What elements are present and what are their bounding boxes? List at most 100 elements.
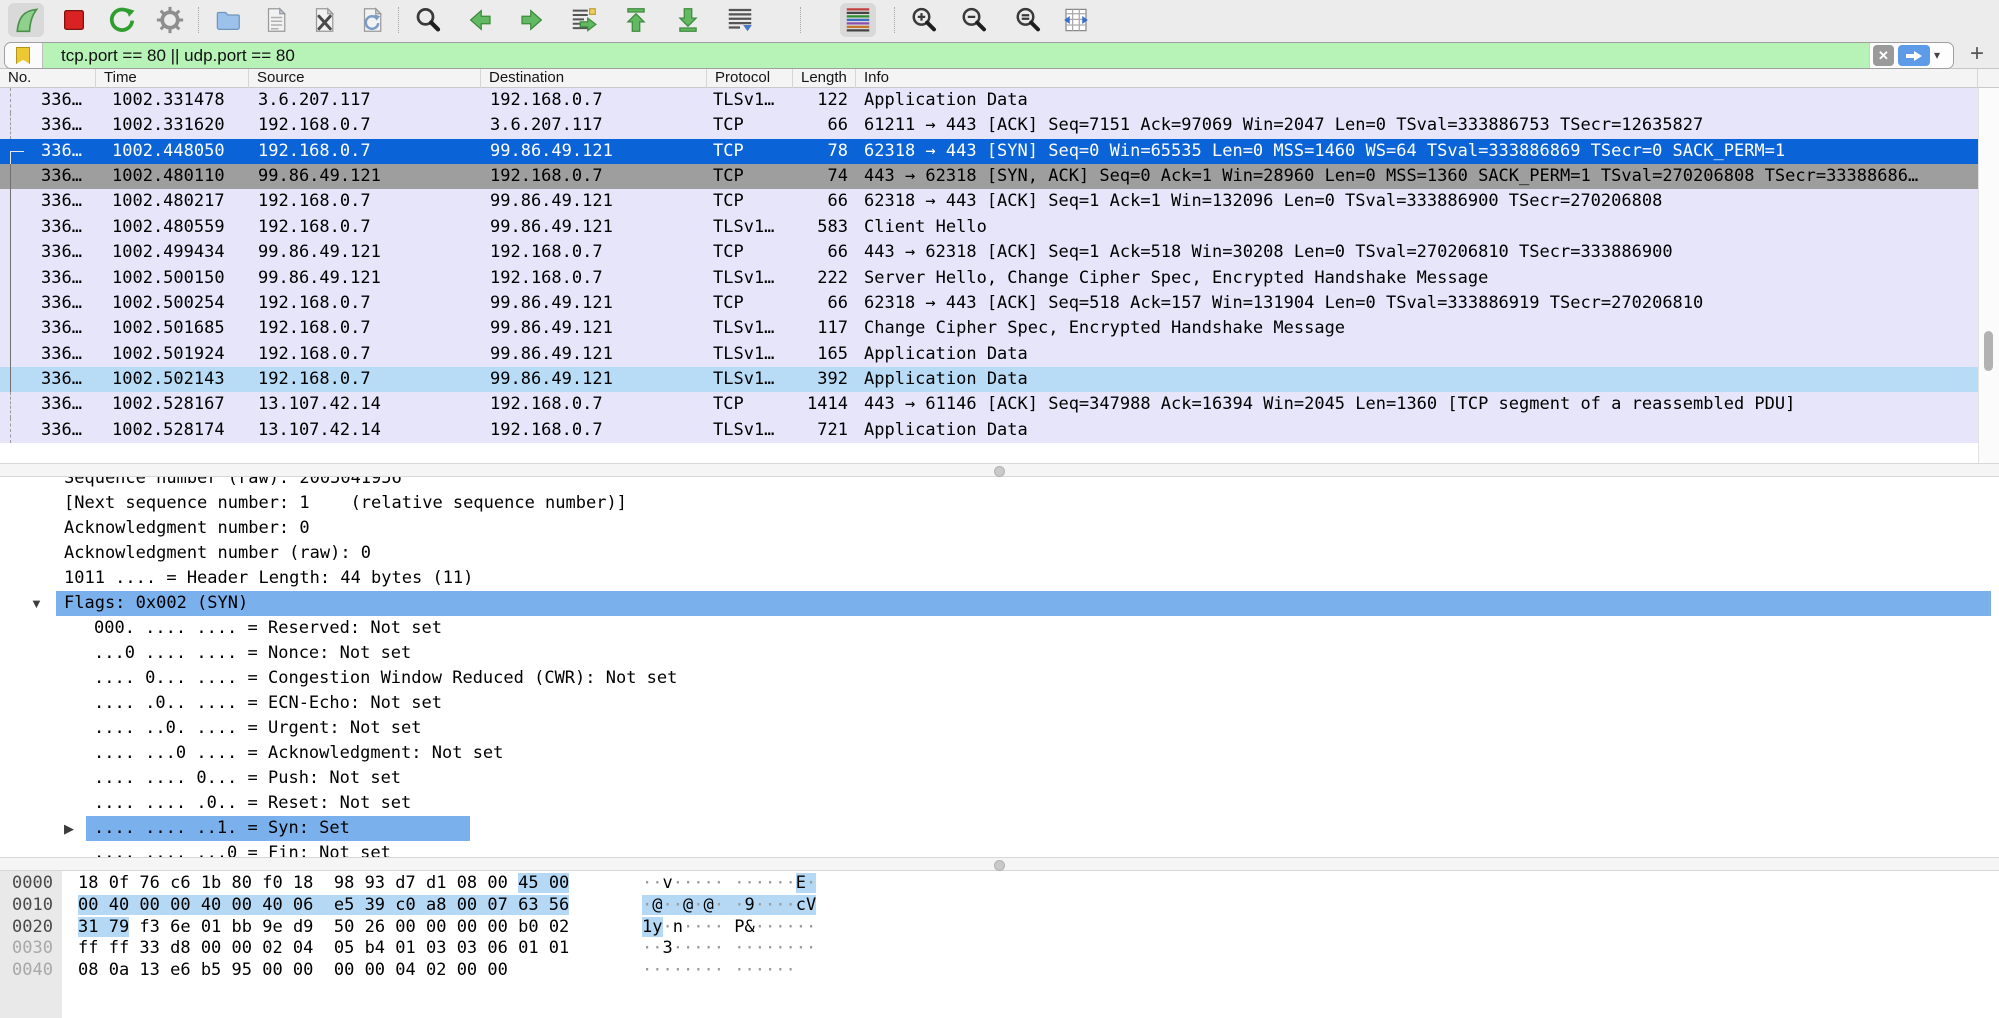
cell-source: 192.168.0.7	[249, 342, 481, 367]
scrollbar-thumb[interactable]	[1984, 331, 1993, 371]
collapsed-arrow-icon[interactable]: ▶	[64, 816, 74, 841]
hex-bytes[interactable]: ff ff 33 d8 00 00 02 04 05 b4 01 03 03 0…	[78, 938, 569, 960]
start-capture-button[interactable]	[8, 3, 44, 37]
tree-item[interactable]: Acknowledgment number: 0	[0, 516, 1999, 541]
ascii-bytes[interactable]: 1y·n···· P&······	[642, 917, 816, 939]
packet-row[interactable]: 336…1002.48011099.86.49.121192.168.0.7TC…	[0, 164, 1978, 189]
tree-item[interactable]: Sequence number (raw): 2005041956	[0, 477, 1999, 491]
column-header-length[interactable]: Length	[793, 69, 856, 88]
packet-row[interactable]: 336…1002.501685192.168.0.799.86.49.121TL…	[0, 316, 1978, 341]
close-file-button[interactable]	[306, 3, 342, 37]
filter-add-button[interactable]: +	[1962, 40, 1992, 69]
resize-columns-button[interactable]	[1058, 3, 1094, 37]
hex-bytes[interactable]: 08 0a 13 e6 b5 95 00 00 00 00 04 02 00 0…	[78, 960, 508, 982]
packet-row[interactable]: 336…1002.331620192.168.0.73.6.207.117TCP…	[0, 113, 1978, 138]
capture-options-button[interactable]	[152, 3, 188, 37]
packet-row[interactable]: 336…1002.52817413.107.42.14192.168.0.7TL…	[0, 418, 1978, 443]
first-packet-button[interactable]	[618, 3, 654, 37]
restart-icon	[107, 5, 137, 35]
hex-row[interactable]: 001000 40 00 00 40 00 40 06 e5 39 c0 a8 …	[0, 895, 1999, 917]
column-header-time[interactable]: Time	[96, 69, 249, 88]
filter-dropdown-chevron[interactable]: ▾	[1934, 43, 1940, 68]
cell-destination: 192.168.0.7	[481, 240, 707, 265]
packet-row[interactable]: 336…1002.480559192.168.0.799.86.49.121TL…	[0, 215, 1978, 240]
column-header-info[interactable]: Info	[856, 69, 1978, 88]
filter-bookmark-button[interactable]	[5, 43, 43, 68]
tree-item[interactable]: .... .... ...0 = Fin: Not set	[0, 841, 1999, 857]
tree-item[interactable]: ▼Flags: 0x002 (SYN)	[0, 591, 1999, 616]
hex-bytes[interactable]: 31 79 f3 6e 01 bb 9e d9 50 26 00 00 00 0…	[78, 917, 569, 939]
cell-no: 336…	[0, 189, 96, 214]
toolbar-separator	[398, 7, 399, 33]
cell-no: 336…	[0, 291, 96, 316]
tree-item[interactable]: 1011 .... = Header Length: 44 bytes (11)	[0, 566, 1999, 591]
cell-protocol: TCP	[707, 164, 793, 189]
zoom-reset-button[interactable]	[1010, 3, 1046, 37]
column-header-protocol[interactable]: Protocol	[707, 69, 793, 88]
hex-row[interactable]: 000018 0f 76 c6 1b 80 f0 18 98 93 d7 d1 …	[0, 873, 1999, 895]
ascii-bytes[interactable]: ·@··@·@· ·9····cV	[642, 895, 816, 917]
tree-item[interactable]: .... .0.. .... = ECN-Echo: Not set	[0, 691, 1999, 716]
zoom-reset-icon	[1013, 5, 1043, 35]
hex-bytes[interactable]: 18 0f 76 c6 1b 80 f0 18 98 93 d7 d1 08 0…	[78, 873, 569, 895]
go-to-packet-button[interactable]	[566, 3, 602, 37]
tree-item[interactable]: [Next sequence number: 1 (relative seque…	[0, 491, 1999, 516]
packet-row[interactable]: 336…1002.501924192.168.0.799.86.49.121TL…	[0, 342, 1978, 367]
packet-row[interactable]: 336…1002.3314783.6.207.117192.168.0.7TLS…	[0, 88, 1978, 113]
column-header-destination[interactable]: Destination	[481, 69, 707, 88]
splitter-details-bytes[interactable]	[0, 857, 1999, 871]
next-packet-button[interactable]	[514, 3, 550, 37]
open-file-button[interactable]	[210, 3, 246, 37]
tree-item[interactable]: .... .... .0.. = Reset: Not set	[0, 791, 1999, 816]
save-file-button[interactable]	[258, 3, 294, 37]
tree-item[interactable]: ▶.... .... ..1. = Syn: Set	[0, 816, 1999, 841]
tree-item[interactable]: .... .... 0... = Push: Not set	[0, 766, 1999, 791]
cell-time: 1002.480110	[96, 164, 249, 189]
packet-row[interactable]: 336…1002.50015099.86.49.121192.168.0.7TL…	[0, 266, 1978, 291]
auto-scroll-button[interactable]	[722, 3, 758, 37]
find-packet-button[interactable]	[410, 3, 446, 37]
colorize-icon	[843, 5, 873, 35]
packet-list-scrollbar[interactable]	[1978, 88, 1999, 463]
stop-capture-button[interactable]	[56, 3, 92, 37]
hex-bytes[interactable]: 00 40 00 00 40 00 40 06 e5 39 c0 a8 00 0…	[78, 895, 569, 917]
cell-time: 1002.448050	[96, 139, 249, 164]
colorize-packets-button[interactable]	[840, 3, 876, 37]
gear-icon	[155, 5, 185, 35]
ascii-bytes[interactable]: ··3····· ········	[642, 938, 816, 960]
packet-row[interactable]: 336…1002.500254192.168.0.799.86.49.121TC…	[0, 291, 1978, 316]
hex-row[interactable]: 004008 0a 13 e6 b5 95 00 00 00 00 04 02 …	[0, 960, 1999, 982]
display-filter-input[interactable]: tcp.port == 80 || udp.port == 80 ✕ ▾	[4, 42, 1954, 69]
cell-no: 336…	[0, 215, 96, 240]
tree-item[interactable]: ...0 .... .... = Nonce: Not set	[0, 641, 1999, 666]
hex-row[interactable]: 002031 79 f3 6e 01 bb 9e d9 50 26 00 00 …	[0, 917, 1999, 939]
zoom-in-icon	[909, 5, 939, 35]
filter-clear-button[interactable]: ✕	[1873, 45, 1894, 66]
tree-item[interactable]: 000. .... .... = Reserved: Not set	[0, 616, 1999, 641]
previous-packet-button[interactable]	[462, 3, 498, 37]
reload-file-button[interactable]	[354, 3, 390, 37]
restart-capture-button[interactable]	[104, 3, 140, 37]
tree-item-label: Acknowledgment number (raw): 0	[64, 541, 371, 566]
ascii-bytes[interactable]: ··v····· ······E·	[642, 873, 816, 895]
tree-item[interactable]: .... ...0 .... = Acknowledgment: Not set	[0, 741, 1999, 766]
filter-apply-button[interactable]	[1898, 45, 1930, 66]
tree-item[interactable]: Acknowledgment number (raw): 0	[0, 541, 1999, 566]
packet-row[interactable]: 336…1002.502143192.168.0.799.86.49.121TL…	[0, 367, 1978, 392]
ascii-bytes[interactable]: ········ ······	[642, 960, 796, 982]
last-packet-button[interactable]	[670, 3, 706, 37]
zoom-out-button[interactable]	[956, 3, 992, 37]
hex-row[interactable]: 0030ff ff 33 d8 00 00 02 04 05 b4 01 03 …	[0, 938, 1999, 960]
column-header-source[interactable]: Source	[249, 69, 481, 88]
packet-row[interactable]: 336…1002.49943499.86.49.121192.168.0.7TC…	[0, 240, 1978, 265]
tree-item[interactable]: .... ..0. .... = Urgent: Not set	[0, 716, 1999, 741]
zoom-in-button[interactable]	[906, 3, 942, 37]
packet-row[interactable]: 336…1002.52816713.107.42.14192.168.0.7TC…	[0, 392, 1978, 417]
tree-item[interactable]: .... 0... .... = Congestion Window Reduc…	[0, 666, 1999, 691]
cell-no: 336…	[0, 418, 96, 443]
expanded-arrow-icon[interactable]: ▼	[30, 591, 43, 616]
packet-row[interactable]: 336…1002.480217192.168.0.799.86.49.121TC…	[0, 189, 1978, 214]
splitter-list-details[interactable]	[0, 463, 1999, 477]
column-header-no[interactable]: No.	[0, 69, 96, 88]
packet-row[interactable]: 336…1002.448050192.168.0.799.86.49.121TC…	[0, 139, 1978, 164]
